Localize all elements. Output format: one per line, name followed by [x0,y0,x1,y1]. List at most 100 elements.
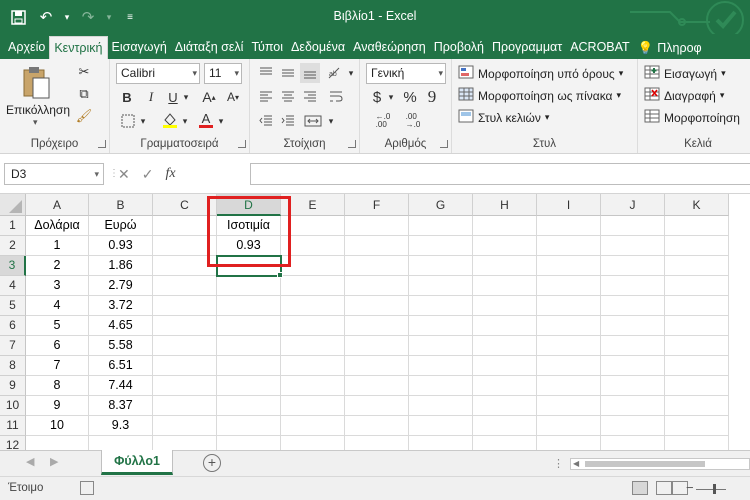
cell-d8[interactable] [217,356,281,376]
cell-h2[interactable] [473,236,537,256]
insert-function-icon[interactable]: fx [165,166,175,182]
cell-a5[interactable]: 4 [26,296,89,316]
cell-d5[interactable] [217,296,281,316]
cell-i3[interactable] [537,256,601,276]
cell-j7[interactable] [601,336,665,356]
cell-b1[interactable]: Ευρώ [89,216,153,236]
fill-color-dropdown-icon[interactable]: ▾ [180,111,190,131]
cell-i11[interactable] [537,416,601,436]
cell-k8[interactable] [665,356,729,376]
borders-dropdown-icon[interactable]: ▾ [138,111,148,131]
format-cells-button[interactable]: Μορφοποίηση [644,109,740,126]
enter-icon[interactable]: ✓ [142,166,154,183]
cell-h7[interactable] [473,336,537,356]
cell-k2[interactable] [665,236,729,256]
cell-b11[interactable]: 9.3 [89,416,153,436]
cell-k7[interactable] [665,336,729,356]
cell-j5[interactable] [601,296,665,316]
cell-f6[interactable] [345,316,409,336]
align-left-icon[interactable] [256,87,276,107]
format-as-table-button[interactable]: Μορφοποίηση ως πίνακα ▾ [458,87,621,104]
cell-g4[interactable] [409,276,473,296]
cell-c12[interactable] [153,436,217,450]
cell-e7[interactable] [281,336,345,356]
cell-a12[interactable] [26,436,89,450]
column-header-f[interactable]: F [345,194,409,216]
wrap-text-icon[interactable] [326,87,346,107]
cell-i10[interactable] [537,396,601,416]
tab-view[interactable]: Προβολή [430,36,488,59]
select-all-button[interactable] [0,194,26,216]
cell-e6[interactable] [281,316,345,336]
cell-d4[interactable] [217,276,281,296]
cell-j9[interactable] [601,376,665,396]
cell-h8[interactable] [473,356,537,376]
cell-j12[interactable] [601,436,665,450]
cell-e9[interactable] [281,376,345,396]
tell-me-box[interactable]: 💡 Πληροφ [634,36,706,59]
scroll-thumb[interactable] [585,461,705,467]
cell-k11[interactable] [665,416,729,436]
cell-a2[interactable]: 1 [26,236,89,256]
decrease-decimal-icon[interactable]: .00 →.0 [400,111,426,131]
cell-d6[interactable] [217,316,281,336]
clipboard-launcher-icon[interactable] [98,140,106,148]
cell-i7[interactable] [537,336,601,356]
name-box[interactable]: D3 ▾ [4,163,104,185]
cell-f2[interactable] [345,236,409,256]
tab-insert[interactable]: Εισαγωγή [108,36,171,59]
cell-b10[interactable]: 8.37 [89,396,153,416]
cell-b2[interactable]: 0.93 [89,236,153,256]
row-header-3[interactable]: 3 [0,256,26,276]
cell-i12[interactable] [537,436,601,450]
paste-label[interactable]: Επικόλληση [4,103,72,117]
cell-j3[interactable] [601,256,665,276]
cell-h10[interactable] [473,396,537,416]
cell-e10[interactable] [281,396,345,416]
cell-e8[interactable] [281,356,345,376]
cell-e5[interactable] [281,296,345,316]
cell-f1[interactable] [345,216,409,236]
cell-k3[interactable] [665,256,729,276]
cell-f7[interactable] [345,336,409,356]
row-header-1[interactable]: 1 [0,216,26,236]
cell-g11[interactable] [409,416,473,436]
cell-d11[interactable] [217,416,281,436]
insert-cells-button[interactable]: Εισαγωγή ▾ [644,65,726,82]
row-header-7[interactable]: 7 [0,336,26,356]
underline-dropdown-icon[interactable]: ▾ [181,87,191,107]
cell-g6[interactable] [409,316,473,336]
currency-dropdown-icon[interactable]: ▾ [386,87,396,107]
cell-c8[interactable] [153,356,217,376]
font-size-combo[interactable]: 11 ▾ [204,63,242,84]
comma-style-icon[interactable]: 9 [422,87,442,107]
cell-h6[interactable] [473,316,537,336]
cell-a6[interactable]: 5 [26,316,89,336]
zoom-slider[interactable] [696,489,726,490]
column-header-h[interactable]: H [473,194,537,216]
cell-k1[interactable] [665,216,729,236]
delete-cells-button[interactable]: Διαγραφή ▾ [644,87,724,104]
cell-f5[interactable] [345,296,409,316]
merge-center-icon[interactable] [300,111,326,131]
cell-b3[interactable]: 1.86 [89,256,153,276]
cell-g9[interactable] [409,376,473,396]
cell-g3[interactable] [409,256,473,276]
cell-c4[interactable] [153,276,217,296]
decrease-indent-icon[interactable] [256,111,276,131]
italic-button[interactable]: I [142,87,160,107]
middle-align-icon[interactable] [278,63,298,83]
cell-i5[interactable] [537,296,601,316]
alignment-launcher-icon[interactable] [348,140,356,148]
cell-i6[interactable] [537,316,601,336]
currency-icon[interactable]: $ [368,87,386,107]
row-header-10[interactable]: 10 [0,396,26,416]
font-name-combo[interactable]: Calibri ▾ [116,63,200,84]
next-sheet-icon[interactable]: ▶ [50,455,58,468]
cell-h5[interactable] [473,296,537,316]
cell-b7[interactable]: 5.58 [89,336,153,356]
cell-c6[interactable] [153,316,217,336]
cell-a11[interactable]: 10 [26,416,89,436]
cell-k4[interactable] [665,276,729,296]
cell-b9[interactable]: 7.44 [89,376,153,396]
